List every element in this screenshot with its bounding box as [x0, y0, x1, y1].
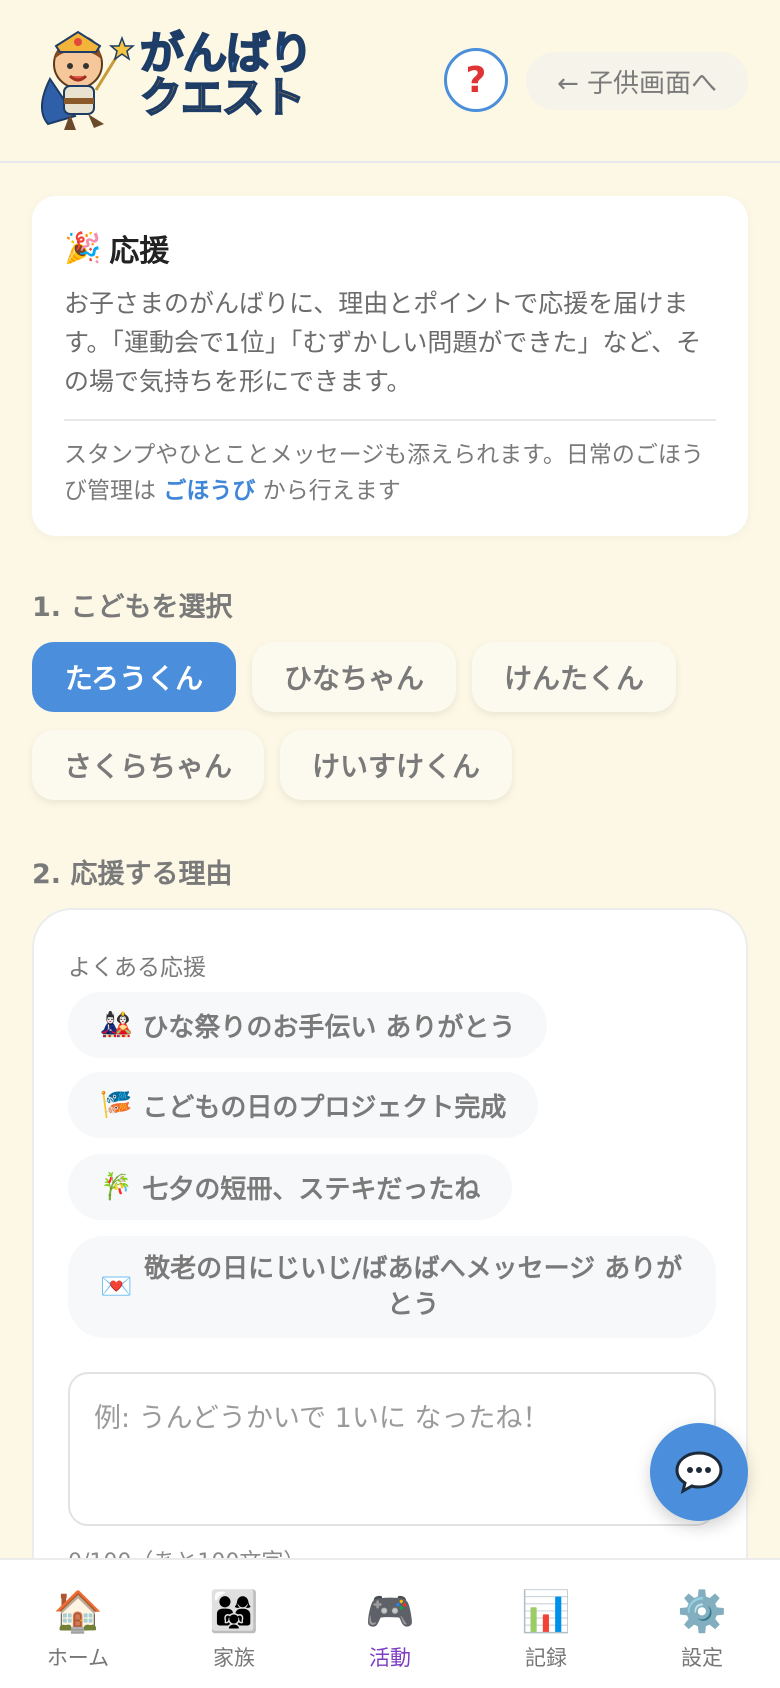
child-chip-kenta[interactable]: けんたくん [472, 642, 676, 712]
nav-settings[interactable]: ⚙️ 設定 [624, 1560, 780, 1688]
logo-line-2: クエスト [139, 72, 306, 122]
select-child-label: 1. こどもを選択 [32, 592, 233, 623]
child-chip-sakura[interactable]: さくらちゃん [32, 730, 264, 800]
bar-chart-icon: 📊 [521, 1589, 571, 1635]
card-title: 🎉 応援 [64, 226, 716, 270]
child-chip-taro[interactable]: たろうくん [32, 642, 236, 712]
nav-label: 家族 [213, 1646, 255, 1670]
card-note-suffix: から行えます [262, 478, 401, 504]
card-divider [64, 419, 716, 421]
preset-text: こどもの日のプロジェクト完成 [142, 1092, 507, 1123]
preset-hinamatsuri[interactable]: 🎎 ひな祭りのお手伝い ありがとう [68, 992, 548, 1058]
help-button[interactable]: ? [444, 48, 508, 112]
preset-kodomo-no-hi[interactable]: 🎏 こどもの日のプロジェクト完成 [68, 1072, 539, 1138]
preset-text: ひな祭りのお手伝い ありがとう [142, 1012, 516, 1043]
house-icon: 🏠 [53, 1589, 103, 1635]
logo-title: がんばり クエスト [139, 28, 314, 122]
preset-text: 敬老の日にじいじ/ばあばへメッセージ ありがとう [144, 1254, 683, 1320]
nav-home[interactable]: 🏠 ホーム [0, 1560, 156, 1688]
hero-mascot-icon [41, 30, 136, 130]
gear-icon: ⚙️ [677, 1589, 727, 1635]
chat-fab-button[interactable] [650, 1423, 748, 1521]
game-controller-icon: 🎮 [365, 1589, 415, 1635]
child-chip-hina[interactable]: ひなちゃん [252, 642, 456, 712]
love-letter-icon: 💌 [100, 1272, 133, 1302]
preset-text: 七夕の短冊、ステキだったね [142, 1174, 481, 1205]
card-description: お子さまのがんばりに、理由とポイントで応援を届けます。「運動会で1位」「むずかし… [64, 289, 702, 396]
carp-streamer-icon: 🎏 [100, 1090, 133, 1120]
question-mark-icon: ? [465, 59, 487, 101]
party-popper-icon: 🎉 [64, 230, 102, 266]
chat-bubble-icon [675, 1451, 723, 1494]
card-title-text: 応援 [109, 234, 170, 269]
logo-line-1: がんばり [139, 28, 314, 79]
nav-activity[interactable]: 🎮 活動 [312, 1560, 468, 1688]
reason-input[interactable]: 例: うんどうかいで 1いに なったね！ [68, 1372, 716, 1526]
nav-label: 活動 [369, 1646, 411, 1670]
nav-label: 記録 [525, 1646, 567, 1670]
tanabata-tree-icon: 🎋 [100, 1172, 133, 1202]
preset-keiro-no-hi[interactable]: 💌 敬老の日にじいじ/ばあばへメッセージ ありがとう [68, 1236, 716, 1338]
nav-records[interactable]: 📊 記録 [468, 1560, 624, 1688]
card-note: スタンプやひとことメッセージも添えられます。日常のごほうび管理は ごほうび から… [64, 437, 716, 509]
app-logo[interactable]: がんばり クエスト [30, 22, 320, 140]
preset-tanabata[interactable]: 🎋 七夕の短冊、ステキだったね [68, 1154, 513, 1220]
nav-family[interactable]: 👨‍👩‍👧 家族 [156, 1560, 312, 1688]
child-chip-keisuke[interactable]: けいすけくん [280, 730, 512, 800]
intro-card: 🎉 応援 お子さまのがんばりに、理由とポイントで応援を届けます。「運動会で1位」… [32, 196, 748, 536]
nav-label: 設定 [681, 1646, 723, 1670]
presets-label: よくある応援 [68, 955, 206, 981]
rewards-link[interactable]: ごほうび [163, 478, 255, 504]
reason-label: 2. 応援する理由 [32, 859, 233, 890]
nav-label: ホーム [46, 1646, 110, 1670]
child-screen-button[interactable]: ← 子供画面へ [526, 52, 748, 110]
hina-doll-icon: 🎎 [100, 1010, 133, 1040]
app-header: がんばり クエスト ? ← 子供画面へ [0, 0, 780, 163]
bottom-nav: 🏠 ホーム 👨‍👩‍👧 家族 🎮 活動 📊 記録 ⚙️ 設定 [0, 1558, 780, 1688]
family-icon: 👨‍👩‍👧 [209, 1589, 259, 1635]
